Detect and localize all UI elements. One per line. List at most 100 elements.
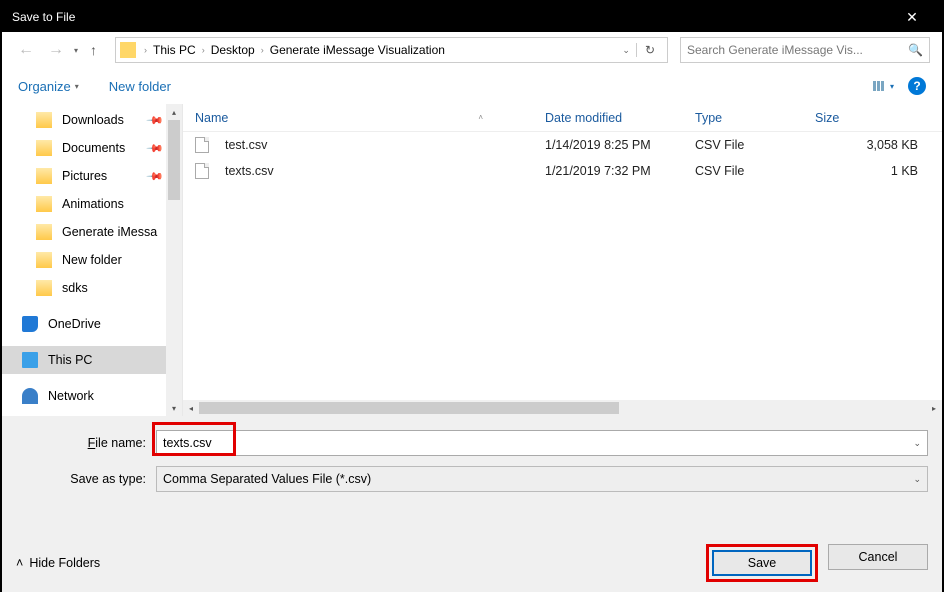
file-type: CSV File [683,138,803,152]
sidebar-item-thispc[interactable]: This PC [2,346,182,374]
breadcrumb-desktop[interactable]: Desktop [209,43,257,57]
savetype-label: Save as type: [16,466,156,492]
chevron-up-icon: ˄ [16,556,23,570]
horizontal-scrollbar[interactable]: ◂ ▸ [183,400,942,416]
sidebar-item-new-folder[interactable]: New folder [2,246,182,274]
chevron-down-icon: ▾ [75,82,79,91]
sidebar-item-label: Documents [62,141,125,155]
chevron-right-icon: › [257,45,268,55]
chevron-down-icon: ▾ [890,82,894,91]
sort-indicator-icon: ˄ [478,113,483,122]
sidebar-item-sdks[interactable]: sdks [2,274,182,302]
sidebar-item-downloads[interactable]: Downloads 📌 [2,106,182,134]
file-date: 1/14/2019 8:25 PM [533,138,683,152]
folder-icon [36,252,52,268]
column-header-type[interactable]: Type [683,111,803,125]
sidebar-item-network[interactable]: Network [2,382,182,410]
folder-icon [120,42,136,58]
view-options-button[interactable]: ▾ [873,81,894,91]
folder-icon [36,140,52,156]
sidebar-item-onedrive[interactable]: OneDrive [2,310,182,338]
column-header-size[interactable]: Size [803,111,942,125]
breadcrumb-folder[interactable]: Generate iMessage Visualization [268,43,447,57]
file-size: 3,058 KB [803,138,942,152]
organize-menu[interactable]: Organize ▾ [18,79,79,94]
file-type: CSV File [683,164,803,178]
onedrive-icon [22,316,38,332]
scrollbar-thumb[interactable] [199,402,619,414]
search-input[interactable]: Search Generate iMessage Vis... 🔍 [680,37,930,63]
filename-value: texts.csv [163,436,212,450]
back-button[interactable]: ← [14,41,38,59]
highlight-annotation: Save [706,544,818,582]
scroll-up-icon[interactable]: ▴ [166,104,182,120]
sidebar-item-documents[interactable]: Documents 📌 [2,134,182,162]
sidebar-item-animations[interactable]: Animations [2,190,182,218]
column-label: Name [195,111,228,125]
footer: ˄ Hide Folders Save Cancel [16,544,928,582]
sidebar-item-label: Animations [62,197,124,211]
new-folder-button[interactable]: New folder [109,79,171,94]
file-row[interactable]: texts.csv 1/21/2019 7:32 PM CSV File 1 K… [183,158,942,184]
toolbar: Organize ▾ New folder ▾ ? [2,68,942,104]
sidebar-scrollbar[interactable]: ▴ ▾ [166,104,182,416]
scroll-right-icon[interactable]: ▸ [926,404,942,413]
file-row[interactable]: test.csv 1/14/2019 8:25 PM CSV File 3,05… [183,132,942,158]
chevron-right-icon: › [198,45,209,55]
hide-folders-toggle[interactable]: ˄ Hide Folders [16,556,100,570]
folder-icon [36,168,52,184]
close-button[interactable]: ✕ [892,9,932,26]
folder-icon [36,112,52,128]
title-bar: Save to File ✕ [2,2,942,32]
folder-icon [36,224,52,240]
window-title: Save to File [12,10,892,24]
hide-folders-label: Hide Folders [29,556,100,570]
savetype-row: Save as type: Comma Separated Values Fil… [16,466,928,492]
scroll-down-icon[interactable]: ▾ [166,400,182,416]
view-icon [873,81,884,91]
savetype-dropdown[interactable]: Comma Separated Values File (*.csv) ⌄ [156,466,928,492]
chevron-down-icon[interactable]: ⌄ [913,438,921,449]
file-icon [195,163,209,179]
folder-icon [36,196,52,212]
main-area: Downloads 📌 Documents 📌 Pictures 📌 Anima… [2,104,942,416]
savetype-value: Comma Separated Values File (*.csv) [163,472,371,486]
column-headers: Name ˄ Date modified Type Size [183,104,942,132]
pin-icon: 📌 [146,139,165,158]
history-dropdown[interactable]: ▾ [74,46,78,55]
filename-input[interactable]: texts.csv ⌄ [156,430,928,456]
sidebar-item-pictures[interactable]: Pictures 📌 [2,162,182,190]
up-button[interactable]: ↑ [84,42,103,58]
sidebar-item-label: New folder [62,253,122,267]
breadcrumb-thispc[interactable]: This PC [151,43,198,57]
search-placeholder: Search Generate iMessage Vis... [687,43,863,57]
refresh-button[interactable]: ↻ [636,43,663,57]
sidebar-item-label: OneDrive [48,317,101,331]
address-bar[interactable]: › This PC › Desktop › Generate iMessage … [115,37,668,63]
filename-label: File name: [16,430,156,456]
sidebar: Downloads 📌 Documents 📌 Pictures 📌 Anima… [2,104,182,416]
help-button[interactable]: ? [908,77,926,95]
sidebar-item-generate-imessage[interactable]: Generate iMessa [2,218,182,246]
sidebar-item-label: sdks [62,281,88,295]
sidebar-item-label: Pictures [62,169,107,183]
address-dropdown-icon[interactable]: ⌄ [616,45,636,56]
scrollbar-thumb[interactable] [168,120,180,200]
forward-button[interactable]: → [44,41,68,59]
file-icon [195,137,209,153]
sidebar-item-label: This PC [48,353,92,367]
navigation-bar: ← → ▾ ↑ › This PC › Desktop › Generate i… [2,32,942,68]
network-icon [22,388,38,404]
search-icon: 🔍 [908,43,923,57]
save-button[interactable]: Save [712,550,812,576]
file-name: test.csv [225,138,267,152]
sidebar-item-label: Generate iMessa [62,225,157,239]
chevron-down-icon[interactable]: ⌄ [913,474,921,485]
column-header-name[interactable]: Name ˄ [183,111,533,125]
column-header-date[interactable]: Date modified [533,111,683,125]
cancel-button[interactable]: Cancel [828,544,928,570]
file-size: 1 KB [803,164,942,178]
bottom-panel: File name: texts.csv ⌄ Save as type: Com… [2,416,942,592]
scroll-left-icon[interactable]: ◂ [183,404,199,413]
pin-icon: 📌 [146,167,165,186]
